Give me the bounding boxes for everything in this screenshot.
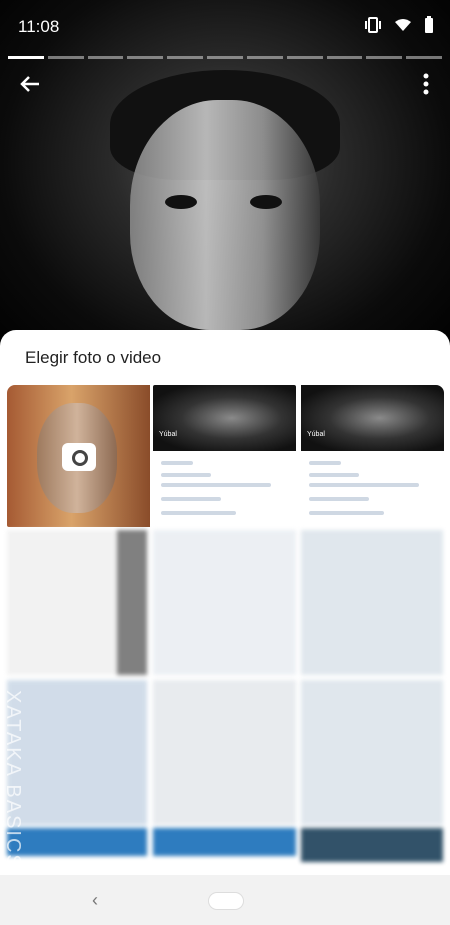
- back-icon[interactable]: ‹: [92, 890, 98, 911]
- photo-face: [130, 100, 320, 330]
- blurred-thumbnail-bar: [153, 828, 296, 856]
- progress-segment: [246, 56, 283, 59]
- progress-segment: [87, 56, 124, 59]
- thumbnail-line: [309, 483, 419, 487]
- progress-segment: [406, 56, 442, 59]
- thumbnail-line: [309, 473, 359, 477]
- blurred-thumbnail[interactable]: [301, 680, 443, 825]
- home-pill-icon[interactable]: [208, 892, 244, 910]
- camera-tile[interactable]: [7, 385, 150, 527]
- progress-segment: [167, 56, 204, 59]
- blurred-thumbnail-part: [117, 530, 147, 675]
- thumbnail-line: [309, 511, 384, 515]
- progress-segment: [286, 56, 323, 59]
- progress-segment: [366, 56, 403, 59]
- thumbnail-name: Yúbal: [307, 431, 325, 438]
- status-time: 11:08: [18, 17, 60, 36]
- thumbnail-line: [309, 461, 341, 465]
- thumbnail-banner: [153, 385, 296, 451]
- thumbnail-banner: [301, 385, 444, 451]
- thumbnail-line: [161, 461, 193, 465]
- wifi-icon: [394, 18, 412, 37]
- media-thumbnail[interactable]: Yúbal: [153, 385, 296, 527]
- thumbnail-line: [161, 511, 236, 515]
- progress-segment: [127, 56, 164, 59]
- media-grid-blurred: [7, 530, 443, 862]
- media-picker-sheet: Elegir foto o video Yúbal Yúbal: [0, 330, 450, 925]
- vibrate-icon: [364, 17, 382, 38]
- thumbnail-line: [309, 497, 369, 501]
- thumbnail-line: [161, 483, 271, 487]
- more-vertical-icon: [423, 73, 429, 95]
- story-photo: [0, 0, 450, 360]
- system-nav-bar: ‹: [0, 875, 450, 925]
- picker-title: Elegir foto o video: [25, 348, 162, 367]
- thumbnail-line: [161, 497, 221, 501]
- blurred-thumbnail[interactable]: [7, 680, 147, 825]
- story-progress: [8, 56, 442, 59]
- status-icons: [364, 16, 434, 39]
- blurred-thumbnail-bar: [7, 828, 147, 856]
- blurred-thumbnail[interactable]: [153, 530, 296, 675]
- watermark: XATAKA BASICS: [2, 690, 24, 870]
- back-button[interactable]: [14, 68, 46, 100]
- camera-icon: [62, 443, 96, 471]
- arrow-left-icon: [20, 76, 39, 92]
- status-bar: 11:08: [0, 0, 450, 54]
- blurred-thumbnail[interactable]: [301, 530, 443, 675]
- blurred-thumbnail-bar: [301, 828, 443, 862]
- thumbnail-line: [161, 473, 211, 477]
- battery-icon: [424, 16, 434, 39]
- blurred-thumbnail[interactable]: [153, 680, 296, 825]
- progress-segment: [207, 56, 243, 59]
- photo-eye-left: [165, 195, 197, 209]
- media-thumbnail[interactable]: Yúbal: [301, 385, 444, 527]
- more-options-button[interactable]: [414, 70, 438, 98]
- photo-eye-right: [250, 195, 282, 209]
- progress-segment: [47, 56, 84, 59]
- progress-segment: [326, 56, 363, 59]
- thumbnail-name: Yúbal: [159, 431, 177, 438]
- progress-segment: [8, 56, 44, 59]
